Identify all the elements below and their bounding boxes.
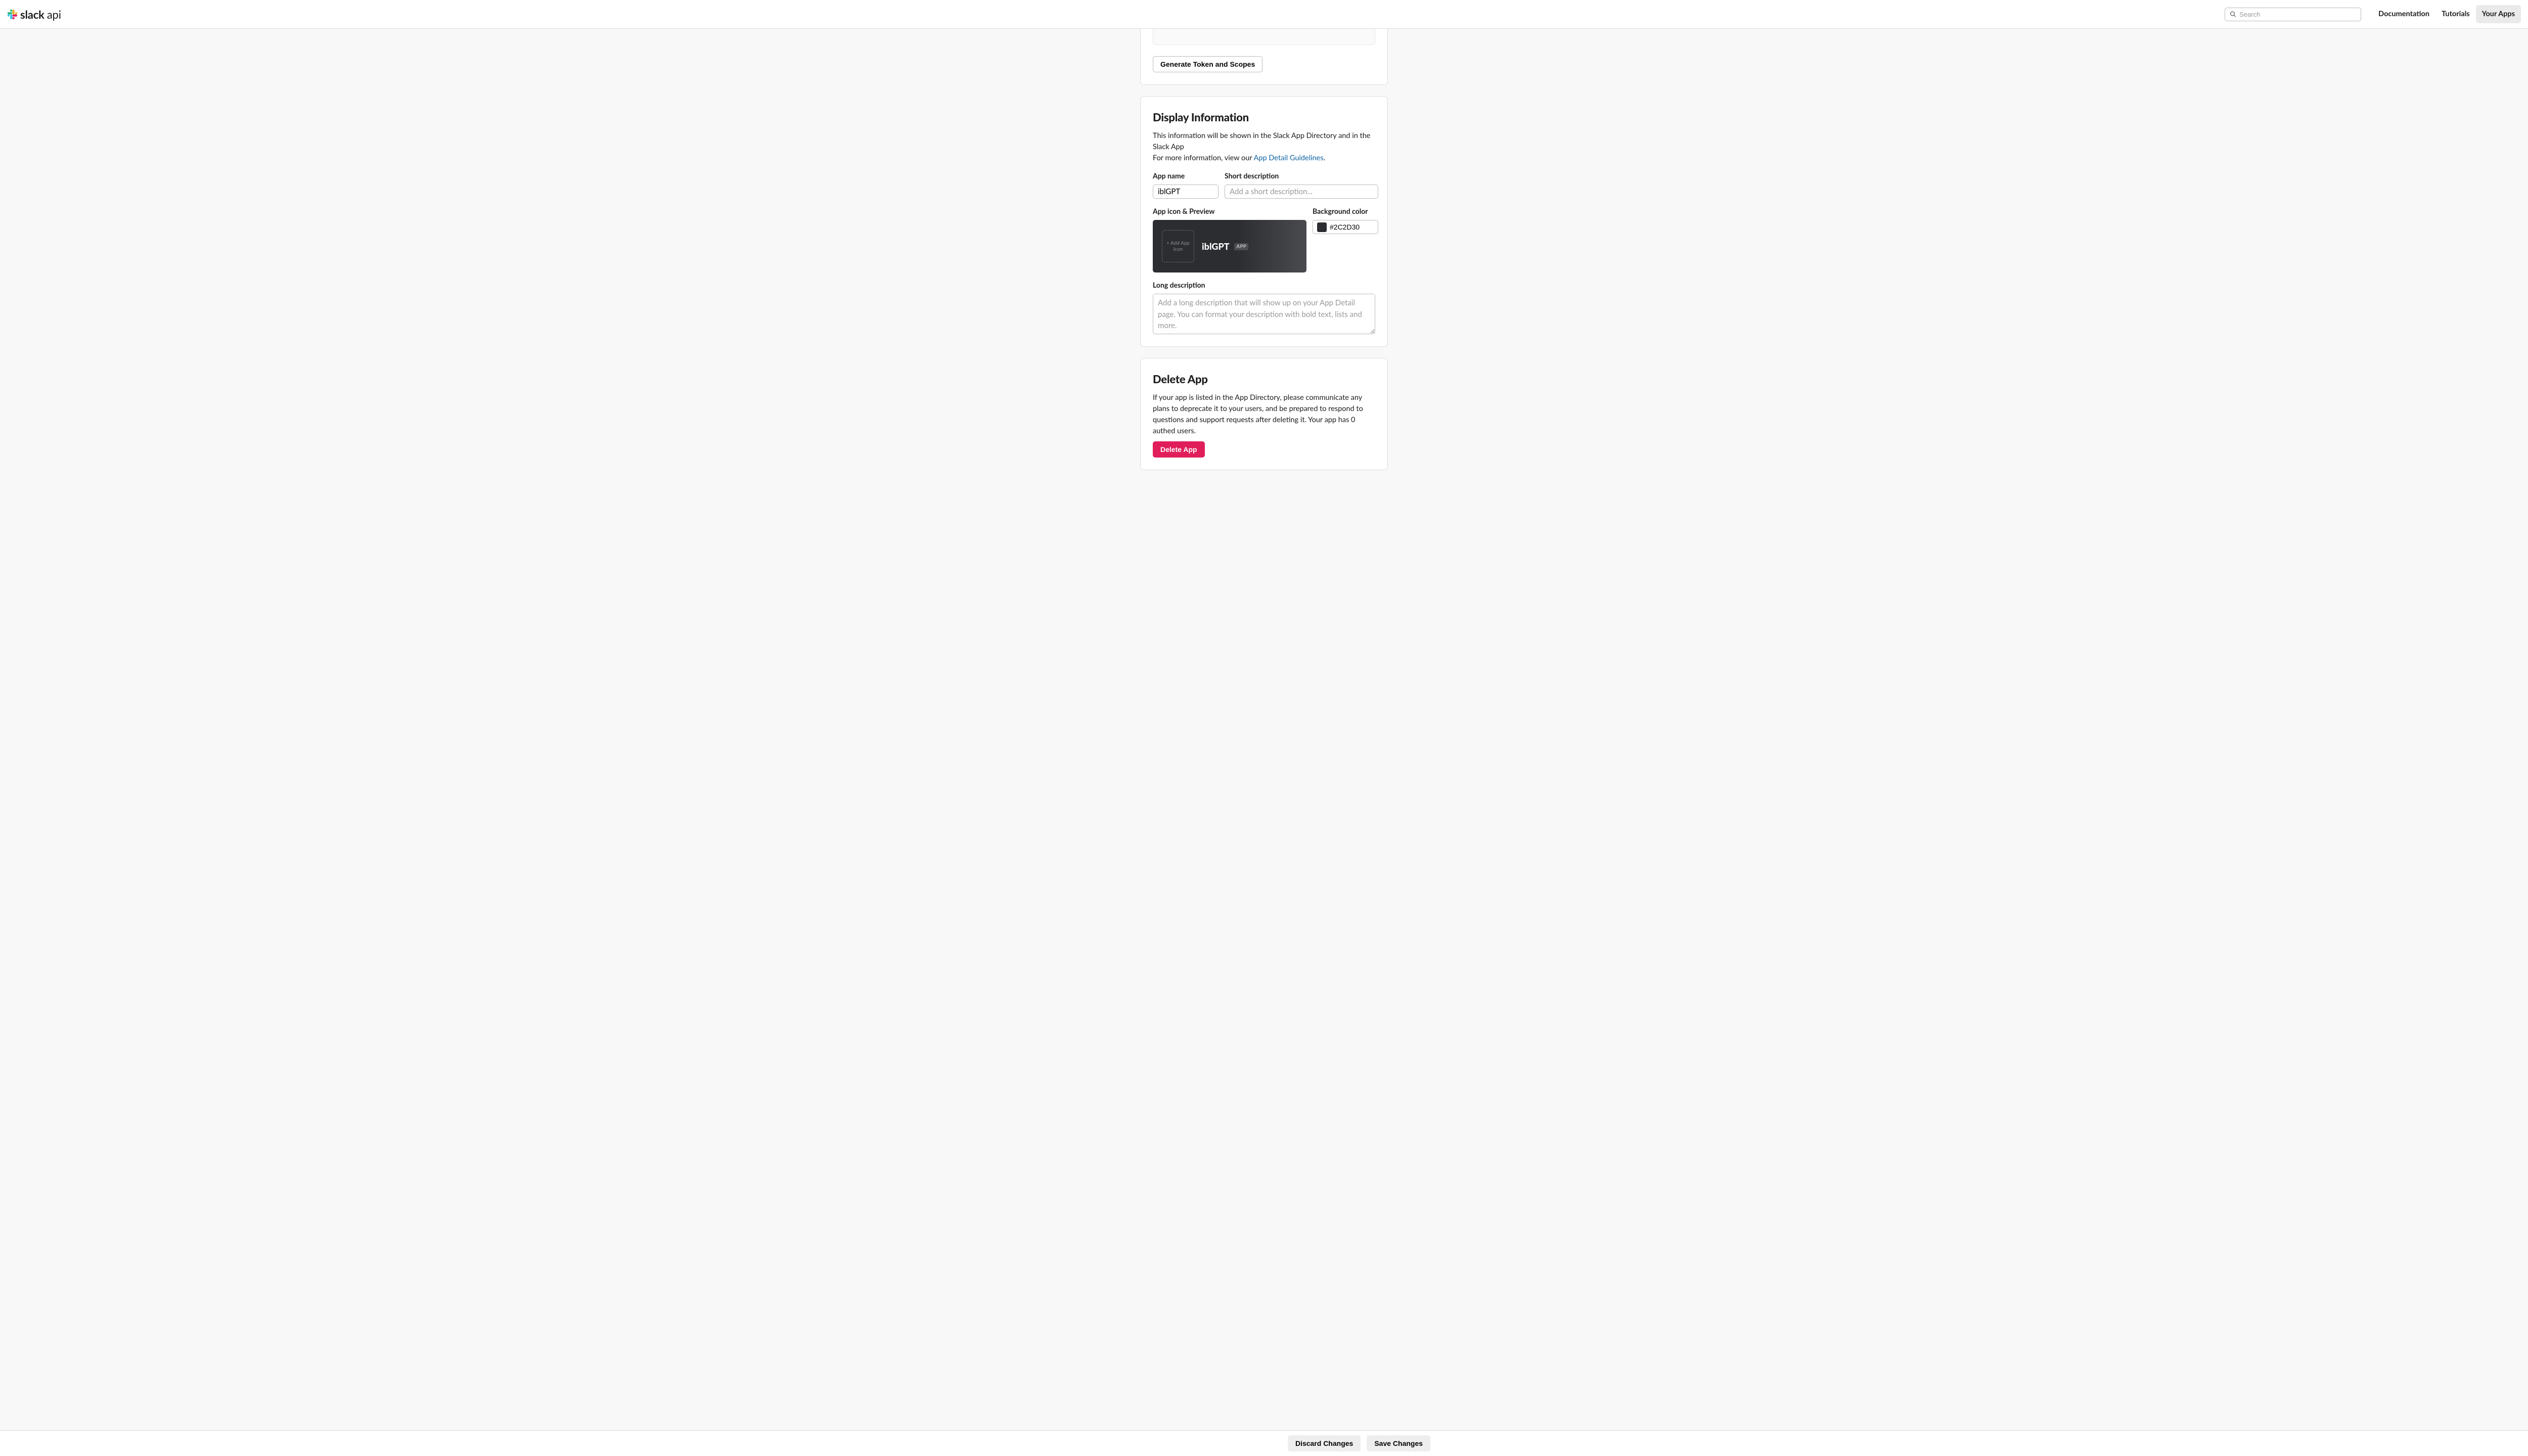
search-wrap — [2225, 8, 2361, 21]
app-badge: APP — [1234, 243, 1248, 250]
token-scope-box — [1153, 29, 1375, 45]
top-bar: slack api Documentation Tutorials Your A… — [0, 0, 2528, 29]
display-info-intro-line2b: . — [1324, 154, 1325, 162]
delete-app-heading: Delete App — [1153, 371, 1375, 387]
short-desc-label: Short description — [1225, 170, 1378, 181]
nav-your-apps[interactable]: Your Apps — [2476, 5, 2521, 23]
search-input[interactable] — [2225, 8, 2361, 21]
display-info-heading: Display Information — [1153, 109, 1375, 125]
app-name-input[interactable] — [1153, 185, 1218, 199]
app-icon-label: App icon & Preview — [1153, 206, 1306, 216]
logo-text-secondary: api — [47, 8, 61, 21]
slack-api-logo[interactable]: slack api — [7, 6, 61, 23]
preview-app-name: iblGPT — [1202, 241, 1230, 252]
nav-tutorials[interactable]: Tutorials — [2435, 5, 2476, 23]
bg-color-swatch — [1317, 222, 1327, 232]
save-changes-button[interactable]: Save Changes — [1367, 1435, 1430, 1451]
app-name-label: App name — [1153, 170, 1218, 181]
display-info-intro-line2a: For more information, view our — [1153, 154, 1254, 162]
long-desc-textarea[interactable] — [1153, 294, 1375, 334]
display-info-intro: This information will be shown in the Sl… — [1153, 130, 1375, 163]
short-desc-input[interactable] — [1225, 185, 1378, 199]
generate-token-button[interactable]: Generate Token and Scopes — [1153, 56, 1262, 72]
bg-color-label: Background color — [1313, 206, 1378, 216]
header-nav: Documentation Tutorials Your Apps — [2372, 5, 2521, 23]
save-footer: Discard Changes Save Changes — [0, 1430, 2528, 1456]
app-detail-guidelines-link[interactable]: App Detail Guidelines — [1254, 154, 1324, 162]
long-desc-label: Long description — [1153, 280, 1375, 290]
display-info-intro-line1: This information will be shown in the Sl… — [1153, 131, 1370, 151]
bg-color-input[interactable] — [1330, 223, 1370, 231]
discard-changes-button[interactable]: Discard Changes — [1288, 1435, 1361, 1451]
delete-app-card: Delete App If your app is listed in the … — [1140, 358, 1388, 470]
app-icon-preview: + Add App Icon iblGPT APP — [1153, 220, 1306, 272]
token-card: Generate Token and Scopes — [1140, 29, 1388, 85]
slack-logo-icon — [7, 9, 17, 19]
add-app-icon-dropzone[interactable]: + Add App Icon — [1162, 230, 1194, 262]
nav-documentation[interactable]: Documentation — [2372, 5, 2435, 23]
delete-app-body: If your app is listed in the App Directo… — [1153, 392, 1375, 436]
delete-app-button[interactable]: Delete App — [1153, 441, 1205, 458]
search-icon — [2230, 11, 2236, 18]
display-information-card: Display Information This information wil… — [1140, 96, 1388, 347]
bg-color-input-wrap[interactable] — [1313, 220, 1378, 234]
logo-text-primary: slack — [20, 8, 44, 21]
preview-app-name-wrap: iblGPT APP — [1202, 240, 1248, 253]
